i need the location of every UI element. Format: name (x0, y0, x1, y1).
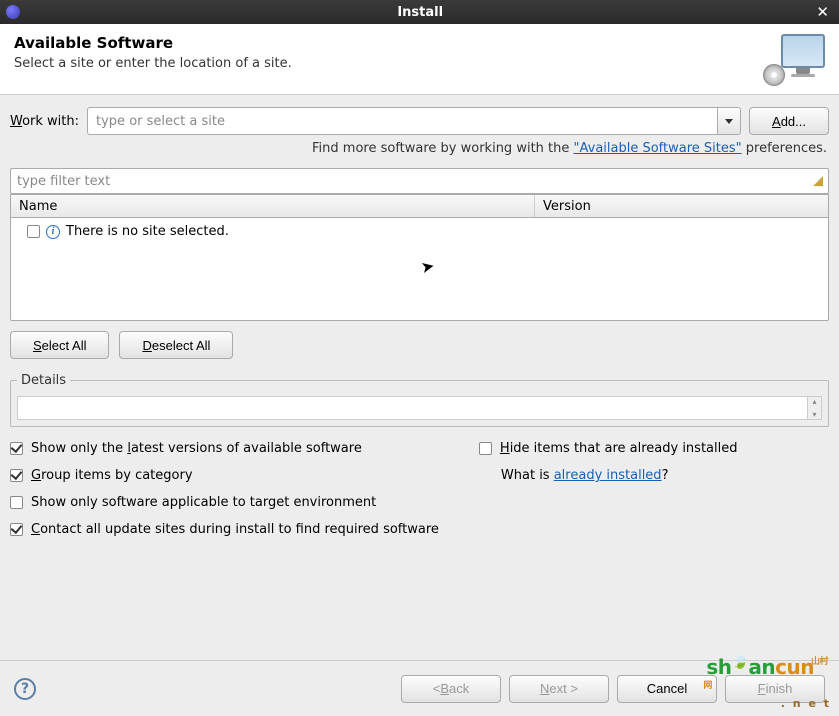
finish-button[interactable]: Finish (725, 675, 825, 703)
option-contact-sites[interactable]: Contact all update sites during install … (10, 522, 439, 537)
work-with-combo[interactable]: type or select a site (87, 107, 741, 135)
wizard-footer: ? < Back Next > Cancel Finish (0, 660, 839, 716)
work-with-dropdown-button[interactable] (717, 107, 741, 135)
row-checkbox[interactable] (27, 225, 40, 238)
clear-filter-icon[interactable]: ◢ (813, 174, 823, 189)
details-legend: Details (17, 373, 70, 388)
checkbox-latest[interactable] (10, 442, 23, 455)
select-all-button[interactable]: Select All (10, 331, 109, 359)
page-title: Available Software (14, 34, 769, 52)
checkbox-contact[interactable] (10, 523, 23, 536)
option-applicable-env[interactable]: Show only software applicable to target … (10, 495, 439, 510)
option-group-by-category[interactable]: Group items by category (10, 468, 439, 483)
checkbox-group[interactable] (10, 469, 23, 482)
option-latest-versions[interactable]: Show only the latest versions of availab… (10, 441, 439, 456)
work-with-label: Work with: (10, 114, 79, 129)
add-button[interactable]: Add... (749, 107, 829, 135)
help-icon[interactable]: ? (14, 678, 36, 700)
work-with-input[interactable]: type or select a site (87, 107, 717, 135)
cancel-button[interactable]: Cancel (617, 675, 717, 703)
page-subtitle: Select a site or enter the location of a… (14, 56, 769, 71)
option-hide-installed[interactable]: Hide items that are already installed (479, 441, 738, 456)
already-installed-hint: What is already installed? (479, 468, 738, 483)
deselect-all-button[interactable]: Deselect All (119, 331, 233, 359)
sites-hint: Find more software by working with the "… (10, 141, 829, 156)
table-header: Name Version (11, 194, 828, 218)
column-name[interactable]: Name (11, 195, 535, 217)
close-icon[interactable]: ✕ (812, 3, 833, 21)
titlebar: Install ✕ (0, 0, 839, 24)
details-text: ▴▾ (17, 396, 822, 420)
window-title: Install (28, 5, 812, 20)
already-installed-link[interactable]: already installed (554, 468, 662, 483)
software-table: Name Version i There is no site selected… (10, 194, 829, 321)
wizard-header: Available Software Select a site or ente… (0, 24, 839, 95)
filter-input[interactable]: type filter text (10, 168, 829, 194)
table-row: i There is no site selected. (17, 222, 822, 241)
checkbox-hide[interactable] (479, 442, 492, 455)
app-icon (6, 5, 20, 19)
info-icon: i (46, 225, 60, 239)
checkbox-applicable[interactable] (10, 496, 23, 509)
column-version[interactable]: Version (535, 199, 828, 214)
available-sites-link[interactable]: "Available Software Sites" (574, 141, 742, 156)
details-scrollbar[interactable]: ▴▾ (807, 397, 821, 419)
back-button[interactable]: < Back (401, 675, 501, 703)
empty-message: There is no site selected. (66, 224, 229, 239)
next-button[interactable]: Next > (509, 675, 609, 703)
chevron-down-icon (725, 119, 733, 124)
install-icon (769, 34, 825, 84)
details-group: Details ▴▾ (10, 373, 829, 427)
